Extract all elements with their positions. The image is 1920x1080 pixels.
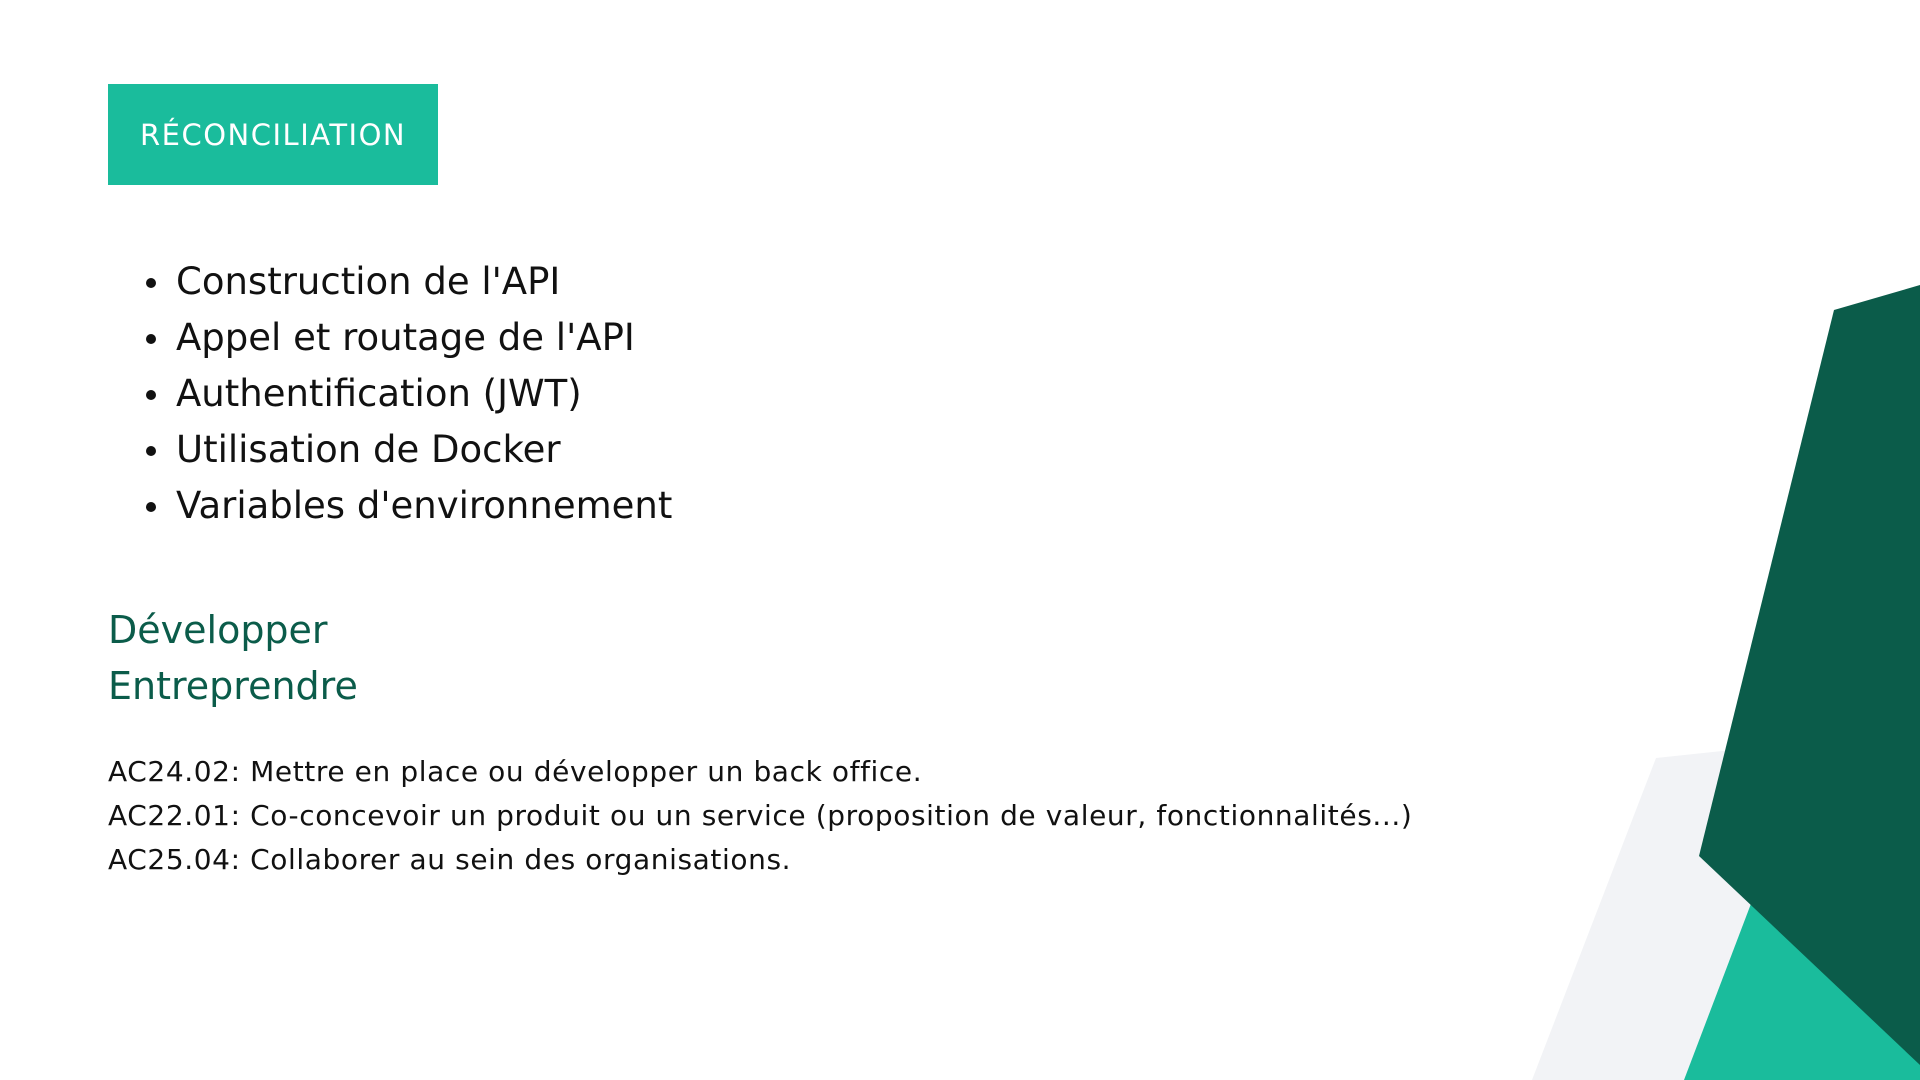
teal-shape — [1684, 880, 1920, 1080]
skill-entreprendre: Entreprendre — [108, 664, 358, 708]
list-item: Appel et routage de l'API — [145, 310, 672, 366]
list-item: Variables d'environnement — [145, 478, 672, 534]
topic-list: Construction de l'API Appel et routage d… — [108, 254, 672, 534]
skills-block: Développer Entreprendre — [108, 602, 358, 714]
learning-outcome: AC22.01: Co-concevoir un produit ou un s… — [108, 799, 1413, 832]
section-tag-label: RÉCONCILIATION — [140, 117, 407, 152]
list-item: Authentification (JWT) — [145, 366, 672, 422]
section-tag: RÉCONCILIATION — [108, 84, 439, 185]
list-item: Construction de l'API — [145, 254, 672, 310]
learning-outcomes: AC24.02: Mettre en place ou développer u… — [108, 750, 1412, 882]
learning-outcome: AC25.04: Collaborer au sein des organisa… — [108, 843, 792, 876]
dark-green-shape — [1699, 285, 1920, 1065]
light-gray-shape — [1532, 730, 1920, 1080]
slide: RÉCONCILIATION Construction de l'API App… — [0, 0, 1920, 1080]
list-item: Utilisation de Docker — [145, 422, 672, 478]
skill-develop: Développer — [108, 608, 328, 652]
learning-outcome: AC24.02: Mettre en place ou développer u… — [108, 755, 923, 788]
